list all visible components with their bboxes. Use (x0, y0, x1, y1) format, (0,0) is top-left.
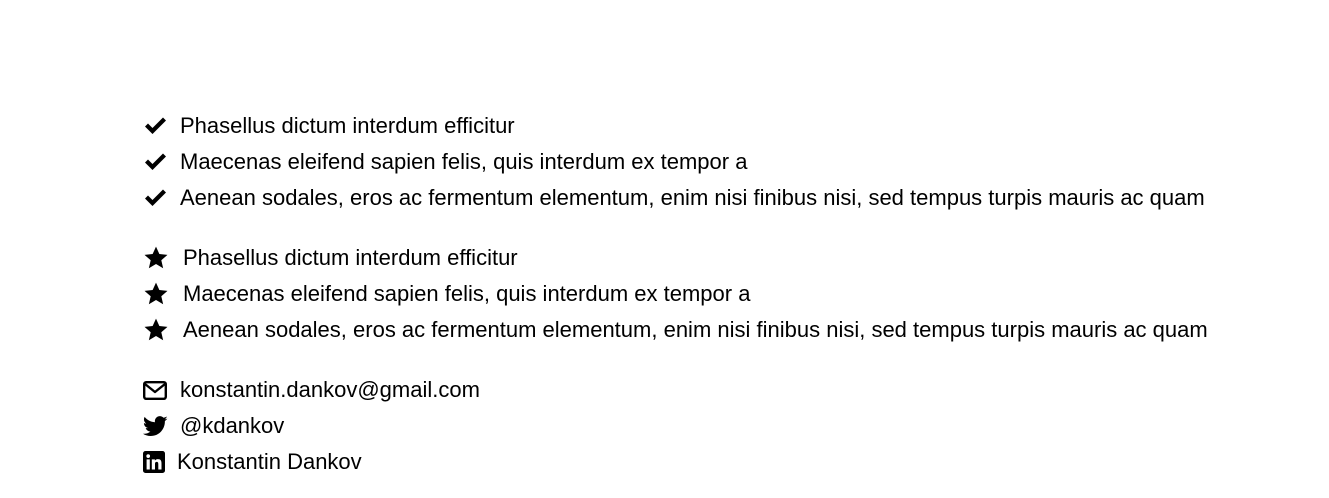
starlist: Phasellus dictum interdum efficitur Maec… (143, 240, 1208, 348)
list-item: Maecenas eleifend sapien felis, quis int… (143, 276, 1208, 312)
linkedin-link[interactable]: Konstantin Dankov (177, 444, 362, 480)
contact-twitter: @kdankov (143, 408, 480, 444)
star-icon (143, 318, 183, 343)
contact-email: konstantin.dankov@gmail.com (143, 372, 480, 408)
list-item-text: Aenean sodales, eros ac fermentum elemen… (183, 317, 1208, 342)
list-item: Phasellus dictum interdum efficitur (143, 240, 1208, 276)
email-link[interactable]: konstantin.dankov@gmail.com (180, 372, 480, 408)
list-item-text: Aenean sodales, eros ac fermentum elemen… (180, 185, 1205, 210)
list-item-text: Maecenas eleifend sapien felis, quis int… (180, 149, 748, 174)
list-item: Phasellus dictum interdum efficitur (143, 108, 1205, 144)
star-icon (143, 282, 183, 307)
list-item: Aenean sodales, eros ac fermentum elemen… (143, 312, 1208, 348)
check-icon (143, 152, 180, 172)
list-item: Maecenas eleifend sapien felis, quis int… (143, 144, 1205, 180)
list-item-text: Phasellus dictum interdum efficitur (183, 245, 518, 270)
list-item-text: Maecenas eleifend sapien felis, quis int… (183, 281, 751, 306)
check-icon (143, 116, 180, 136)
checklist: Phasellus dictum interdum efficitur Maec… (143, 108, 1205, 216)
contact-linkedin: Konstantin Dankov (143, 444, 480, 480)
list-item: Aenean sodales, eros ac fermentum elemen… (143, 180, 1205, 216)
envelope-icon (143, 380, 180, 400)
twitter-link[interactable]: @kdankov (180, 408, 284, 444)
twitter-icon (143, 415, 180, 437)
linkedin-icon (143, 451, 177, 473)
star-icon (143, 246, 183, 271)
check-icon (143, 188, 180, 208)
list-item-text: Phasellus dictum interdum efficitur (180, 113, 515, 138)
contact-list: konstantin.dankov@gmail.com @kdankov Kon… (143, 372, 480, 480)
